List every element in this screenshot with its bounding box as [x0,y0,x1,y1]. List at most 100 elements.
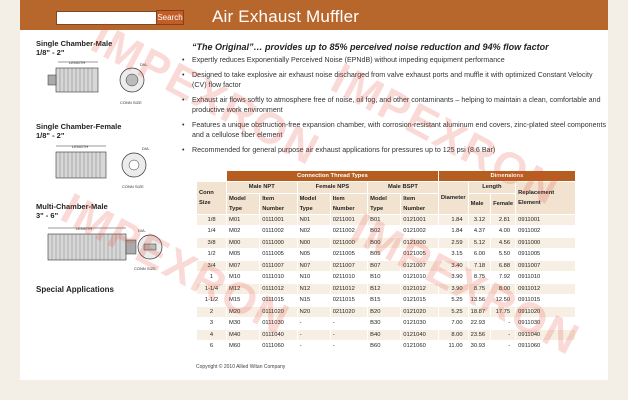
table-cell: 0911030 [515,317,576,330]
section-title-line: Multi-Chamber-Male [36,202,108,211]
table-cell: 0911060 [515,340,576,353]
table-cell: M02 [226,225,261,238]
search-input[interactable] [56,11,158,25]
table-cell: B00 [367,236,402,249]
table-cell: 1 [195,271,228,284]
table-row: 3/4 M07 0111007 N07 0211007 B07 0121007 3.40 7.1… [195,259,576,272]
section-size-range: 1/8" - 2" [36,48,65,57]
table-cell: 0121060 [400,340,439,353]
table-cell: M10 [226,271,261,284]
spec-table: Connection Thread Types Dimensions Conn … [195,170,577,353]
table-cell: N01 [296,213,331,226]
table-cell: 0121015 [400,294,439,307]
table-cell: 0121030 [400,317,439,330]
dim-label-conn: CONN SIZE [122,184,144,189]
table-row: 3 M30 0111030- - B30 0121030 7.00 22.93-0911030 [195,317,576,330]
feature-item: Designed to take explosive air exhaust n… [182,71,608,91]
table-cell: 6 [195,340,228,353]
table-cell: 0121005 [400,248,439,261]
table-cell: M30 [226,317,261,330]
col-female-nps: Female NPS [296,181,369,194]
table-cell: 0211007 [329,259,369,272]
table-cell: 13.56 [467,294,492,307]
table-cell: B15 [367,294,402,307]
sub-item-number: Item Number [329,192,369,215]
dim-label-conn: CONN SIZE [134,266,156,271]
table-cell: 0121040 [400,328,439,341]
table-cell: 0121020 [400,305,439,318]
table-cell: 0911020 [515,305,576,318]
table-cell: 23.56 [467,328,492,341]
feature-item: Features a unique obstruction-free expan… [182,121,608,141]
col-replacement: Replacement Element [515,181,576,215]
table-cell: 2 [195,305,228,318]
table-cell: - [329,340,369,353]
table-cell: - [490,328,517,341]
table-cell: 5.25 [437,294,469,307]
table-row: 6 M60 0111060- - B60 0121060 11.00 30.93-091106… [195,340,576,353]
table-cell: 0911005 [515,248,576,261]
table-cell: M40 [226,328,261,341]
section-title-single-male: Single Chamber-Male 1/8" - 2" [36,39,112,57]
table-cell: N15 [296,294,331,307]
table-cell: 22.93 [467,317,492,330]
table-cell: 0111007 [259,259,298,272]
table-cell: B02 [367,225,402,238]
table-header-threads: Connection Thread Types [226,170,439,182]
dim-label-dia: DIA. [140,62,148,67]
table-cell: 0211002 [329,225,369,238]
sub-model-type: Model Type [296,192,331,215]
table-cell: 1.84 [437,213,469,226]
table-cell: - [490,317,517,330]
diagram-single-male: LENGTH DIA. CONN SIZE [36,58,156,120]
content-panel: Single Chamber-Male 1/8" - 2" LENGTH DIA… [20,14,608,380]
table-cell: N05 [296,248,331,261]
header-bar: Search Air Exhaust Muffler [20,0,608,30]
table-cell: 0211020 [329,305,369,318]
section-title-line: Single Chamber-Female [36,122,122,131]
table-cell: - [490,340,517,353]
table-cell: 0211012 [329,282,369,295]
table-cell: 8.75 [467,271,492,284]
table-cell: 7.00 [437,317,469,330]
table-cell: - [296,340,331,353]
table-cell: 4.37 [467,225,492,238]
table-cell: 0121010 [400,271,439,284]
table-cell: 0911015 [515,294,576,307]
search-button[interactable]: Search [156,10,184,25]
table-cell: 0911001 [515,213,576,226]
table-cell: B12 [367,282,402,295]
table-cell: B10 [367,271,402,284]
table-cell: 0211010 [329,271,369,284]
dim-label-conn: CONN SIZE [120,100,142,105]
table-cell: - [296,328,331,341]
table-cell: 2.81 [490,213,517,226]
table-cell: 0111010 [259,271,298,284]
table-cell: 0121000 [400,236,439,249]
table-cell: 5.25 [437,305,469,318]
table-cell: 0911000 [515,236,576,249]
sub-model-type: Model Type [226,192,261,215]
table-cell: N20 [296,305,331,318]
diagram-single-female: LENGTH DIA. CONN SIZE [36,142,156,204]
special-applications-link[interactable]: Special Applications [36,285,114,294]
table-cell: B01 [367,213,402,226]
table-cell: B30 [367,317,402,330]
col-male-npt: Male NPT [226,181,298,194]
section-size-range: 3" - 6" [36,211,59,220]
table-cell: 3.15 [437,248,469,261]
table-cell: 0111005 [259,248,298,261]
table-cell: B40 [367,328,402,341]
table-cell: 0911002 [515,225,576,238]
table-cell: 0211000 [329,236,369,249]
table-cell: 4.00 [490,225,517,238]
table-cell: 0111000 [259,236,298,249]
col-conn-size: Conn Size [195,181,228,215]
feature-item: Recommended for general purpose air exha… [182,146,608,156]
table-cell: B20 [367,305,402,318]
table-cell: 0911012 [515,282,576,295]
tagline: “The Original”… provides up to 85% perce… [192,42,549,52]
dim-label-length: LENGTH [72,144,88,149]
col-diameter: Diameter [437,181,469,215]
table-cell: 5.50 [490,248,517,261]
